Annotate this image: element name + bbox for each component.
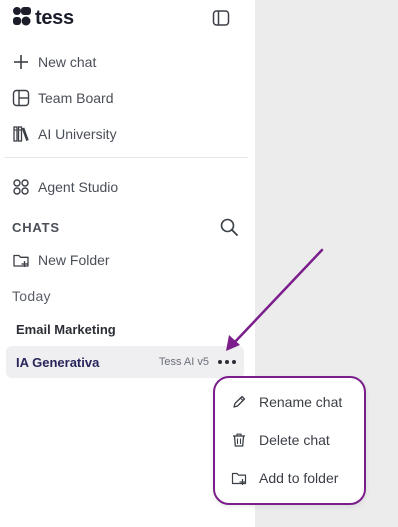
folder-plus-icon	[12, 251, 30, 269]
new-folder-label: New Folder	[38, 252, 110, 268]
tess-logo-icon	[12, 6, 32, 31]
ai-university-label: AI University	[38, 126, 117, 142]
app-logo[interactable]: tess	[12, 6, 74, 31]
logo-text: tess	[35, 7, 74, 29]
more-dots-icon[interactable]	[218, 354, 236, 370]
search-icon	[219, 218, 239, 241]
board-icon	[12, 89, 30, 107]
chat-title: IA Generativa	[16, 354, 100, 370]
ai-university-link[interactable]: AI University	[12, 125, 117, 143]
plus-icon	[12, 53, 30, 71]
new-chat-label: New chat	[38, 54, 97, 70]
sidebar-toggle-icon	[211, 10, 231, 32]
add-to-folder-option[interactable]: Add to folder	[231, 470, 338, 486]
chat-group-label: Today	[12, 288, 51, 304]
rename-chat-option[interactable]: Rename chat	[231, 394, 342, 410]
chats-search-button[interactable]	[219, 217, 239, 237]
trash-icon	[231, 432, 247, 448]
sidebar-toggle-button[interactable]	[211, 8, 231, 28]
chat-title: Email Marketing	[16, 321, 116, 337]
rename-chat-label: Rename chat	[259, 394, 343, 410]
team-board-link[interactable]: Team Board	[12, 89, 113, 107]
folder-plus-icon	[231, 470, 247, 486]
team-board-label: Team Board	[38, 90, 114, 106]
agent-studio-label: Agent Studio	[38, 179, 119, 195]
new-chat-button[interactable]: New chat	[12, 53, 96, 71]
agent-studio-link[interactable]: Agent Studio	[12, 178, 118, 196]
books-icon	[12, 125, 30, 143]
new-folder-button[interactable]: New Folder	[12, 251, 110, 269]
pencil-icon	[231, 394, 247, 410]
add-to-folder-label: Add to folder	[259, 470, 339, 486]
chat-model-label: Tess AI v5	[158, 356, 209, 368]
chat-list-item[interactable]: Email Marketing	[6, 313, 244, 345]
chat-list-item-active[interactable]: IA Generativa Tess AI v5	[6, 346, 244, 378]
delete-chat-label: Delete chat	[259, 432, 330, 448]
delete-chat-option[interactable]: Delete chat	[231, 432, 330, 448]
grid-icon	[12, 178, 30, 196]
chats-section-header: CHATS	[12, 220, 60, 235]
sidebar-divider	[4, 157, 248, 158]
chat-context-menu: Rename chat Delete chat Add to folder	[213, 376, 366, 505]
